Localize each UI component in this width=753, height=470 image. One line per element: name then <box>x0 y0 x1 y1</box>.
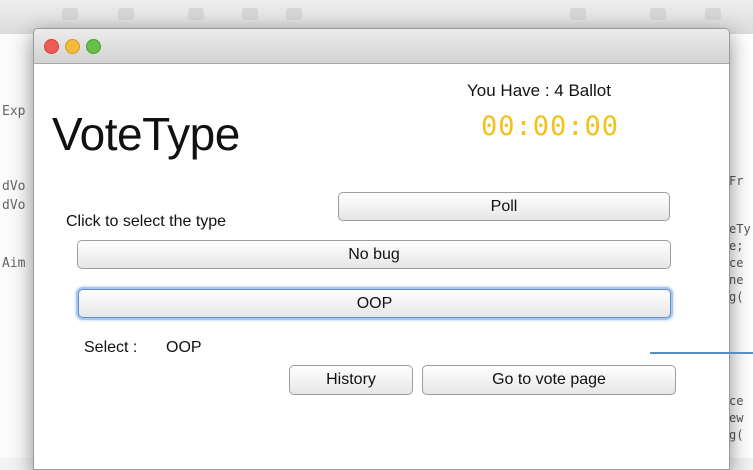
page-title: VoteType <box>52 108 240 160</box>
window-content: VoteType You Have : 4 Ballot 00:00:00 Cl… <box>34 64 729 469</box>
close-button[interactable] <box>44 39 59 54</box>
code-fragment: g( <box>729 290 744 304</box>
toolbar-icon <box>650 8 666 20</box>
toolbar-icon <box>62 8 78 20</box>
code-fragment: eTy <box>729 222 751 236</box>
select-label: Select : <box>84 339 138 356</box>
history-button[interactable]: History <box>289 365 413 395</box>
toolbar-icon <box>188 8 204 20</box>
countdown-timer: 00:00:00 <box>481 111 620 142</box>
oop-button[interactable]: OOP <box>78 289 671 318</box>
toolbar-icon <box>242 8 258 20</box>
go-to-vote-page-button[interactable]: Go to vote page <box>422 365 676 395</box>
annotation-line <box>650 352 753 354</box>
poll-button[interactable]: Poll <box>338 192 670 221</box>
code-fragment: e; <box>729 239 744 253</box>
code-fragment: dVo <box>2 179 26 194</box>
minimize-button[interactable] <box>65 39 80 54</box>
no-bug-button[interactable]: No bug <box>77 240 671 269</box>
code-fragment: g( <box>729 428 744 442</box>
code-fragment: dVo <box>2 198 26 213</box>
toolbar-icon <box>570 8 586 20</box>
vote-type-window: VoteType You Have : 4 Ballot 00:00:00 Cl… <box>33 28 730 470</box>
search-icon <box>286 8 302 20</box>
toolbar-icon <box>118 8 134 20</box>
toolbar-icon <box>705 8 721 20</box>
code-fragment: Fr <box>729 174 744 188</box>
select-type-hint: Click to select the type <box>66 213 227 230</box>
selected-type-value: OOP <box>166 339 202 356</box>
background-editor-right: Fr eTy e; ce ne g( ce ew g( <box>726 34 753 458</box>
code-fragment: ce <box>729 394 744 408</box>
code-fragment: ce <box>729 256 744 270</box>
zoom-button[interactable] <box>86 39 101 54</box>
ballot-count: You Have : 4 Ballot <box>467 81 611 100</box>
code-fragment: ew <box>729 411 744 425</box>
code-fragment: Exp <box>2 104 26 119</box>
code-fragment: ne <box>729 273 744 287</box>
code-fragment: Aim <box>2 256 26 271</box>
window-titlebar[interactable] <box>34 29 729 64</box>
